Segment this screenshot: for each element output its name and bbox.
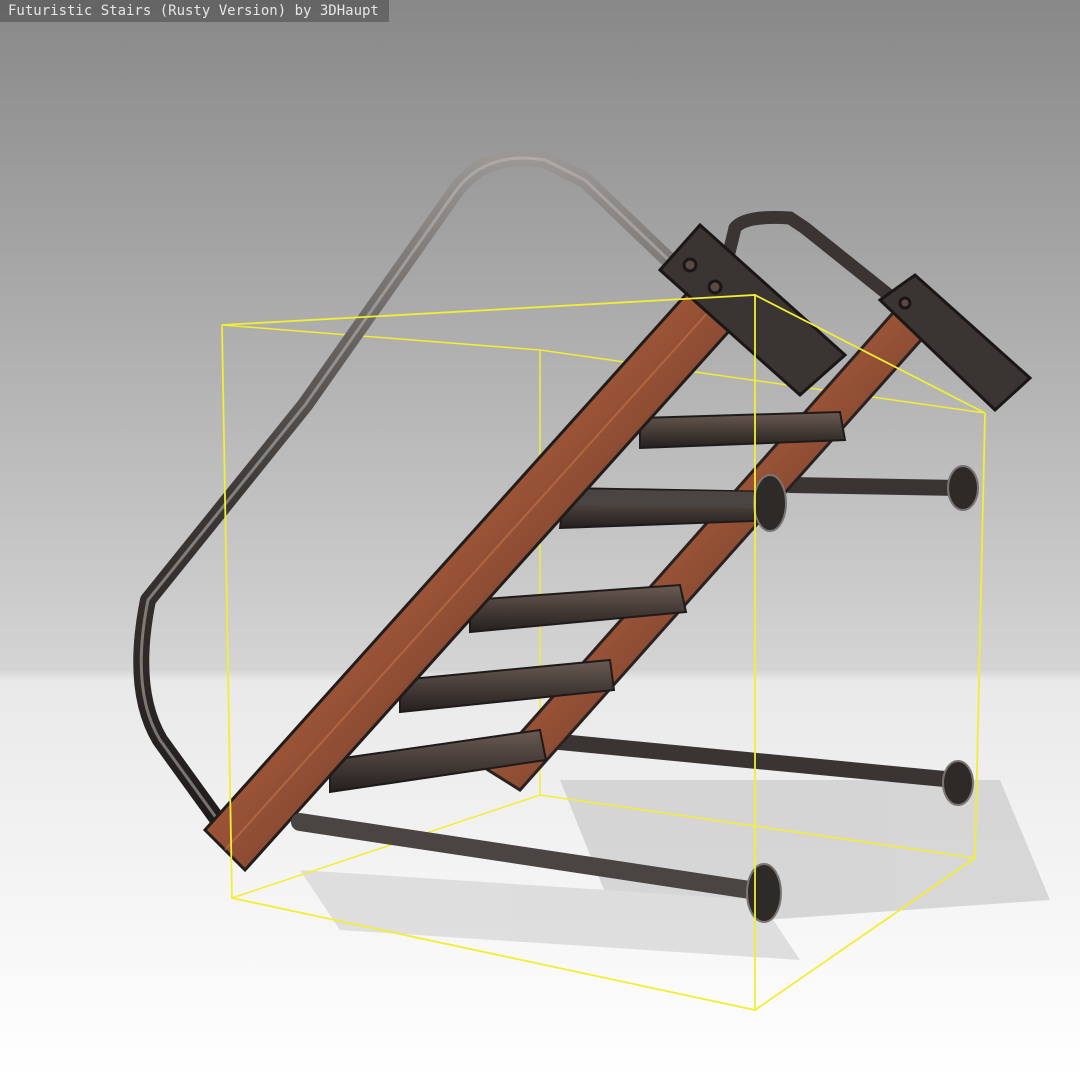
leg-cap-middle	[753, 474, 787, 532]
model-title-caption: Futuristic Stairs (Rusty Version) by 3DH…	[0, 0, 389, 22]
support-leg-middle	[552, 489, 778, 508]
leg-cap-front	[746, 863, 782, 923]
model-viewport[interactable]	[0, 0, 1080, 1080]
